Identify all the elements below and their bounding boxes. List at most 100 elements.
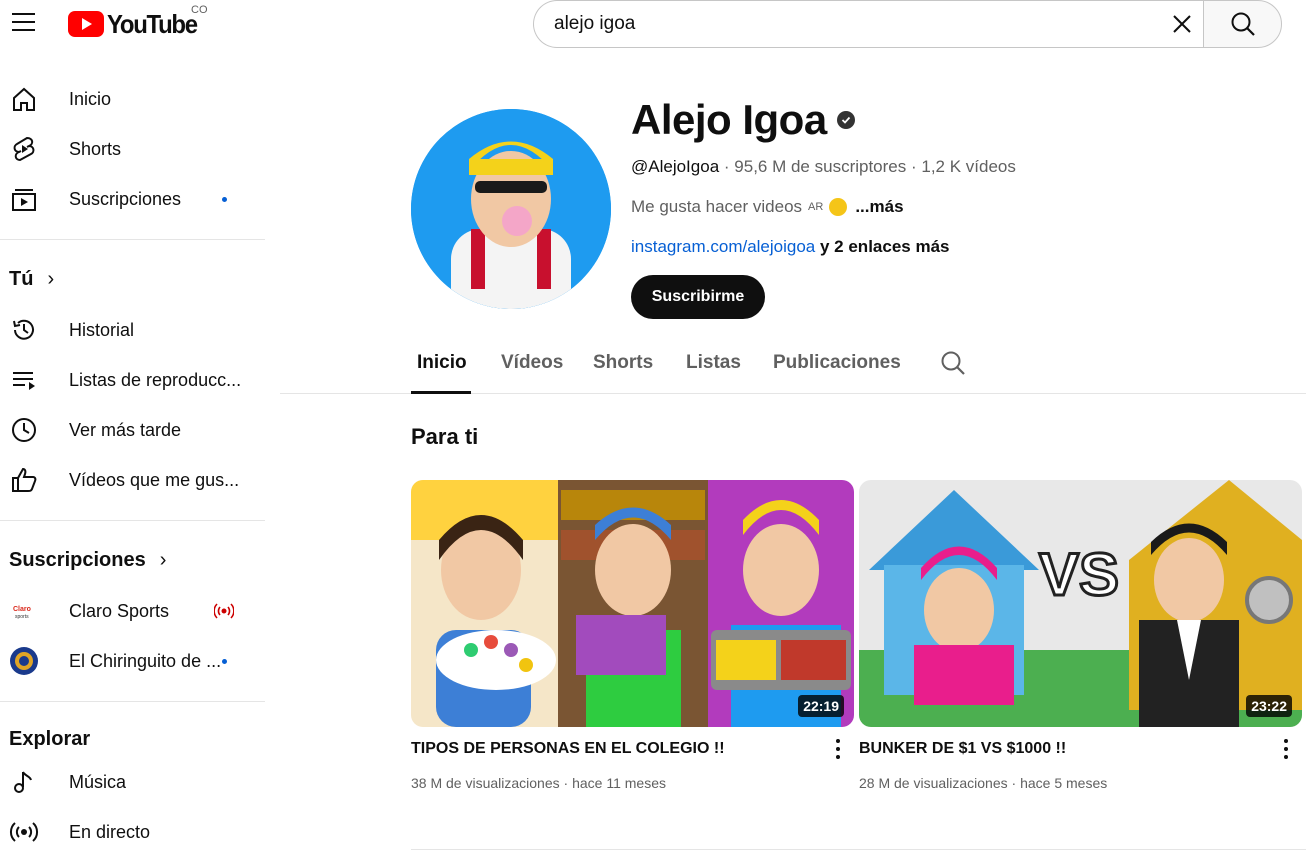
sidebar-item-history[interactable]: Historial [0, 308, 250, 352]
sidebar-divider [0, 520, 265, 521]
channel-handle: @AlejoIgoa [631, 157, 720, 176]
new-content-dot [222, 197, 227, 202]
sidebar-item-label: Historial [69, 319, 135, 340]
subscribe-button[interactable]: Suscribirme [631, 275, 765, 319]
video-thumbnail[interactable]: VS 23:22 [859, 480, 1302, 727]
svg-text:sports: sports [15, 614, 29, 620]
upload-age: hace 5 meses [1020, 775, 1108, 791]
sidebar-section-title: Suscripciones [9, 549, 146, 571]
shorts-icon [9, 134, 39, 164]
section-divider [411, 849, 1306, 850]
sidebar-item-label: Inicio [69, 88, 112, 109]
channel-description[interactable]: Me gusta hacer videos AR ...más [631, 197, 904, 217]
more-actions-icon[interactable] [1281, 737, 1291, 761]
video-duration: 22:19 [798, 695, 844, 717]
live-icon [9, 817, 39, 847]
laughing-emoji-icon [829, 198, 848, 216]
playlists-icon [9, 365, 39, 395]
channel-title: Alejo Igoa [631, 96, 827, 143]
section-title: Para ti [411, 424, 479, 449]
sidebar-divider [0, 701, 265, 702]
sidebar-item-shorts[interactable]: Shorts [0, 127, 250, 171]
video-title[interactable]: TIPOS DE PERSONAS EN EL COLEGIO !! [411, 740, 725, 758]
svg-text:VS: VS [1039, 541, 1119, 608]
video-title[interactable]: BUNKER DE $1 VS $1000 !! [859, 740, 1066, 758]
verified-badge-icon [836, 111, 855, 129]
clear-search-icon[interactable] [1171, 13, 1193, 35]
sidebar-section-title: Explorar [9, 728, 91, 750]
menu-icon[interactable] [12, 13, 36, 35]
claro-sports-avatar: Claro sports [9, 596, 39, 626]
sidebar-item-live[interactable]: En directo [0, 810, 250, 854]
sidebar-item-label: Suscripciones [69, 188, 182, 209]
flag-label: AR [808, 201, 824, 213]
sidebar-item-claro-sports[interactable]: Claro sports Claro Sports [0, 589, 250, 633]
sidebar-divider [0, 239, 265, 240]
live-broadcast-icon [213, 601, 235, 626]
instagram-link[interactable]: instagram.com/alejoigoa [631, 237, 815, 256]
more-links-button[interactable]: y 2 enlaces más [820, 237, 949, 256]
sidebar-item-label: Música [69, 771, 127, 792]
meta-separator: · [1011, 775, 1021, 791]
sidebar-you-header[interactable]: Tú › [9, 268, 54, 291]
sidebar-section-title: Tú [9, 268, 34, 290]
subscriber-count: 95,6 M de suscriptores [734, 157, 907, 176]
sidebar-item-label: Shorts [69, 138, 122, 159]
thumbs-up-icon [9, 465, 39, 495]
view-count: 38 M de visualizaciones [411, 775, 560, 791]
channel-search-icon[interactable] [940, 350, 966, 376]
tab-shorts[interactable]: Shorts [593, 352, 653, 374]
channel-meta: @AlejoIgoa · 95,6 M de suscriptores · 1,… [631, 157, 1016, 177]
meta-separator: · [910, 157, 922, 176]
sidebar-item-label: En directo [69, 821, 151, 842]
active-tab-indicator [411, 391, 471, 394]
upload-age: hace 11 meses [572, 775, 666, 791]
sidebar-item-chiringuito[interactable]: El Chiringuito de ... [0, 639, 250, 683]
view-count: 28 M de visualizaciones [859, 775, 1008, 791]
sidebar-subscriptions-header[interactable]: Suscripciones › [9, 549, 166, 572]
sidebar-item-liked-videos[interactable]: Vídeos que me gus... [0, 458, 250, 502]
channel-links: instagram.com/alejoigoa y 2 enlaces más [631, 237, 949, 257]
tab-posts[interactable]: Publicaciones [773, 352, 901, 374]
video-count: 1,2 K vídeos [921, 157, 1016, 176]
search-bar [533, 0, 1203, 48]
country-code: CO [191, 4, 208, 16]
svg-text:Claro: Claro [13, 606, 31, 613]
video-duration: 23:22 [1246, 695, 1292, 717]
tab-home[interactable]: Inicio [417, 352, 467, 374]
video-thumbnail[interactable]: 22:19 [411, 480, 854, 727]
logo-wordmark: YouTube [107, 8, 198, 39]
sidebar-explore-header: Explorar [9, 728, 90, 751]
description-more-link[interactable]: ...más [855, 197, 903, 217]
search-icon [1231, 12, 1255, 36]
new-content-dot [222, 659, 227, 664]
sidebar-item-watch-later[interactable]: Ver más tarde [0, 408, 250, 452]
tab-playlists[interactable]: Listas [686, 352, 741, 374]
sidebar-item-label: Listas de reproducc... [69, 369, 242, 390]
home-icon [9, 84, 39, 114]
youtube-logo[interactable]: YouTube [68, 8, 205, 39]
channel-name: Alejo Igoa [631, 96, 855, 144]
chevron-right-icon: › [47, 268, 55, 290]
video-meta: 38 M de visualizaciones · hace 11 meses [411, 775, 666, 791]
chiringuito-avatar [9, 646, 39, 676]
sidebar-item-label: El Chiringuito de ... [69, 650, 222, 671]
sidebar-item-home[interactable]: Inicio [0, 77, 250, 121]
sidebar-item-playlists[interactable]: Listas de reproducc... [0, 358, 250, 402]
sidebar-item-music[interactable]: Música [0, 760, 250, 804]
search-input[interactable] [554, 13, 1114, 35]
music-note-icon [9, 767, 39, 797]
sidebar-item-label: Claro Sports [69, 600, 170, 621]
search-button[interactable] [1203, 0, 1282, 48]
sidebar-item-subscriptions[interactable]: Suscripciones [0, 177, 250, 221]
history-icon [9, 315, 39, 345]
video-meta: 28 M de visualizaciones · hace 5 meses [859, 775, 1107, 791]
youtube-play-icon [68, 11, 104, 37]
channel-avatar[interactable] [411, 109, 611, 309]
chevron-right-icon: › [159, 549, 167, 571]
tab-videos[interactable]: Vídeos [501, 352, 563, 374]
watch-later-icon [9, 415, 39, 445]
sidebar-item-label: Vídeos que me gus... [69, 469, 240, 490]
more-actions-icon[interactable] [833, 737, 843, 761]
more-links-text: y 2 enlaces más [820, 237, 950, 256]
